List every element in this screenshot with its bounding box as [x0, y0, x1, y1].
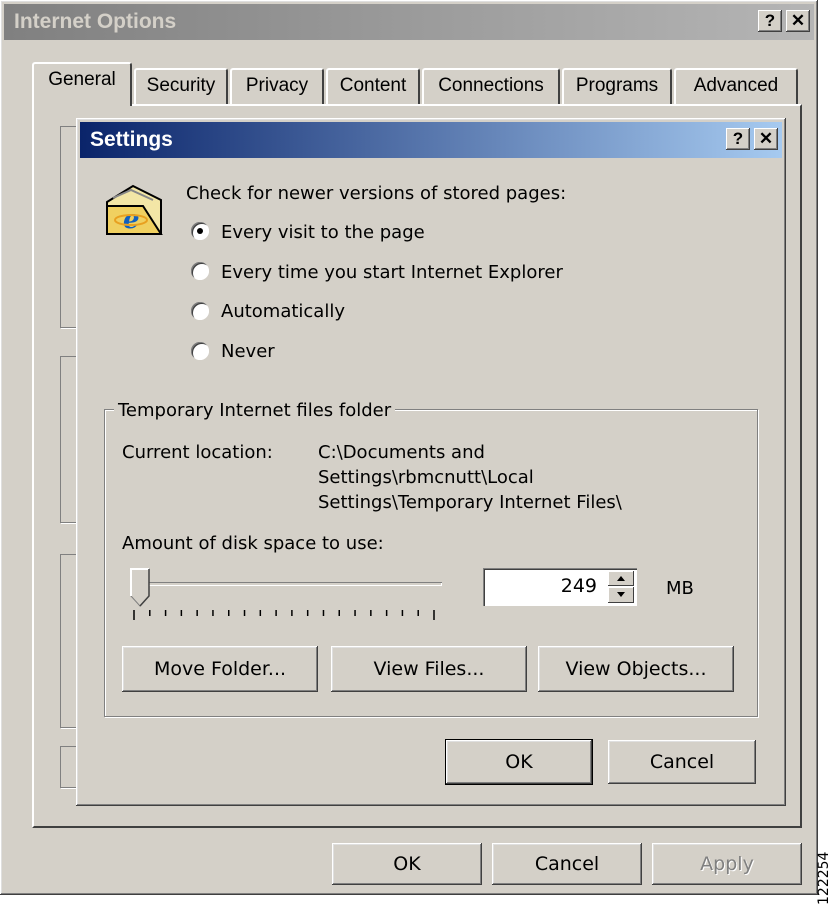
apply-button[interactable]: Apply	[652, 843, 802, 885]
side-figure-number: 122254	[816, 851, 832, 905]
slider-ticks	[133, 610, 435, 620]
radio-automatically-label[interactable]: Automatically	[221, 301, 345, 322]
settings-title: Settings	[90, 128, 173, 151]
disk-unit-label: MB	[666, 578, 694, 599]
radio-every-start[interactable]	[191, 262, 209, 280]
spin-up-button[interactable]	[608, 571, 634, 586]
spin-down-icon	[617, 592, 625, 597]
view-objects-button[interactable]: View Objects...	[538, 646, 734, 692]
disk-space-spinbox[interactable]: 249	[483, 568, 637, 606]
ok-button[interactable]: OK	[332, 843, 482, 885]
internet-options-titlebar[interactable]: Internet Options ? ✕	[4, 4, 814, 40]
check-newer-versions-label: Check for newer versions of stored pages…	[186, 183, 567, 204]
tab-security[interactable]: Security	[134, 68, 228, 104]
tab-general[interactable]: General	[32, 62, 132, 106]
settings-close-button[interactable]: ✕	[754, 128, 778, 150]
spin-up-icon	[617, 576, 625, 581]
tab-content[interactable]: Content	[326, 68, 420, 104]
settings-ok-button[interactable]: OK	[445, 739, 593, 785]
current-location-label: Current location:	[122, 442, 273, 463]
tab-connections[interactable]: Connections	[422, 68, 560, 104]
ie-folder-icon: e	[103, 182, 167, 240]
settings-help-button[interactable]: ?	[726, 128, 750, 150]
radio-never[interactable]	[191, 342, 209, 360]
radio-never-label[interactable]: Never	[221, 341, 275, 362]
tab-advanced[interactable]: Advanced	[674, 68, 798, 104]
cancel-button[interactable]: Cancel	[492, 843, 642, 885]
help-button[interactable]: ?	[758, 10, 782, 32]
radio-every-visit[interactable]	[191, 222, 209, 240]
disk-space-slider[interactable]	[124, 568, 446, 622]
tab-programs[interactable]: Programs	[562, 68, 672, 104]
location-line-1: C:\Documents and	[318, 442, 485, 463]
spin-down-button[interactable]	[608, 587, 634, 603]
internet-options-title: Internet Options	[14, 10, 177, 33]
view-files-button[interactable]: View Files...	[331, 646, 527, 692]
radio-every-start-label[interactable]: Every time you start Internet Explorer	[221, 262, 563, 283]
svg-text:e: e	[123, 205, 140, 235]
settings-titlebar[interactable]: Settings ? ✕	[80, 122, 782, 158]
radio-automatically[interactable]	[191, 302, 209, 320]
radio-every-visit-label[interactable]: Every visit to the page	[221, 222, 425, 243]
temp-files-group-label: Temporary Internet files folder	[114, 400, 396, 421]
location-line-2: Settings\rbmcnutt\Local	[318, 467, 534, 488]
disk-space-label: Amount of disk space to use:	[122, 533, 384, 554]
radio-selected-dot	[197, 228, 203, 234]
location-line-3: Settings\Temporary Internet Files\	[318, 492, 622, 513]
close-button[interactable]: ✕	[786, 10, 810, 32]
tab-privacy[interactable]: Privacy	[230, 68, 324, 104]
move-folder-button[interactable]: Move Folder...	[122, 646, 318, 692]
settings-cancel-button[interactable]: Cancel	[608, 740, 756, 784]
slider-track	[130, 582, 442, 586]
slider-thumb[interactable]	[130, 568, 150, 607]
disk-space-value[interactable]: 249	[561, 575, 597, 597]
